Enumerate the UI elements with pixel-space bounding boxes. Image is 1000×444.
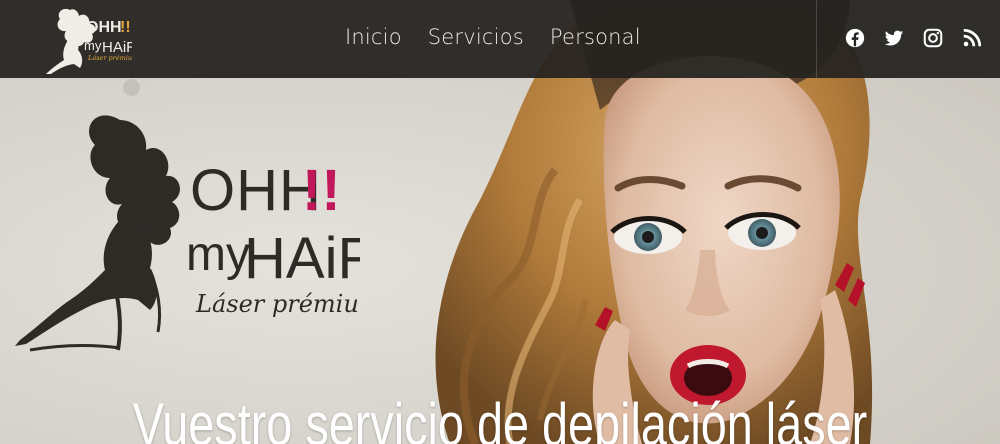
nav-logo-tagline: Láser prémium bbox=[87, 54, 132, 62]
nav-logo-line1: OHH bbox=[86, 19, 122, 36]
main-menu: Inicio Servicios Personal bbox=[345, 20, 641, 54]
brand-line2-a: my bbox=[186, 228, 250, 281]
hero-headline: Vuestro servicio de depilación láser bbox=[132, 391, 868, 444]
rss-icon[interactable] bbox=[961, 27, 983, 49]
brand-line2-b: HAiR bbox=[244, 226, 360, 291]
brand-tagline: Láser prémium bbox=[195, 290, 360, 318]
nav-link-servicios[interactable]: Servicios bbox=[428, 20, 524, 54]
instagram-icon[interactable] bbox=[922, 27, 944, 49]
nav-link-personal[interactable]: Personal bbox=[550, 20, 641, 54]
facebook-icon[interactable] bbox=[844, 27, 866, 49]
pinup-silhouette-icon bbox=[15, 115, 180, 351]
twitter-icon[interactable] bbox=[883, 27, 905, 49]
brand-logo: OHH !! my HAiR Láser prémium bbox=[15, 115, 360, 352]
carousel-indicator[interactable] bbox=[123, 79, 140, 96]
top-navbar: OHH !! my HAiR Láser prémium Inicio Serv… bbox=[0, 0, 1000, 78]
nav-link-inicio[interactable]: Inicio bbox=[345, 20, 402, 54]
nav-logo[interactable]: OHH !! my HAiR Láser prémium bbox=[40, 4, 132, 74]
social-links bbox=[844, 27, 983, 49]
nav-logo-line2-a: my bbox=[84, 38, 102, 53]
nav-divider bbox=[816, 0, 817, 78]
nav-logo-exclaim: !! bbox=[120, 19, 131, 36]
brand-exclaim: !! bbox=[302, 158, 341, 223]
